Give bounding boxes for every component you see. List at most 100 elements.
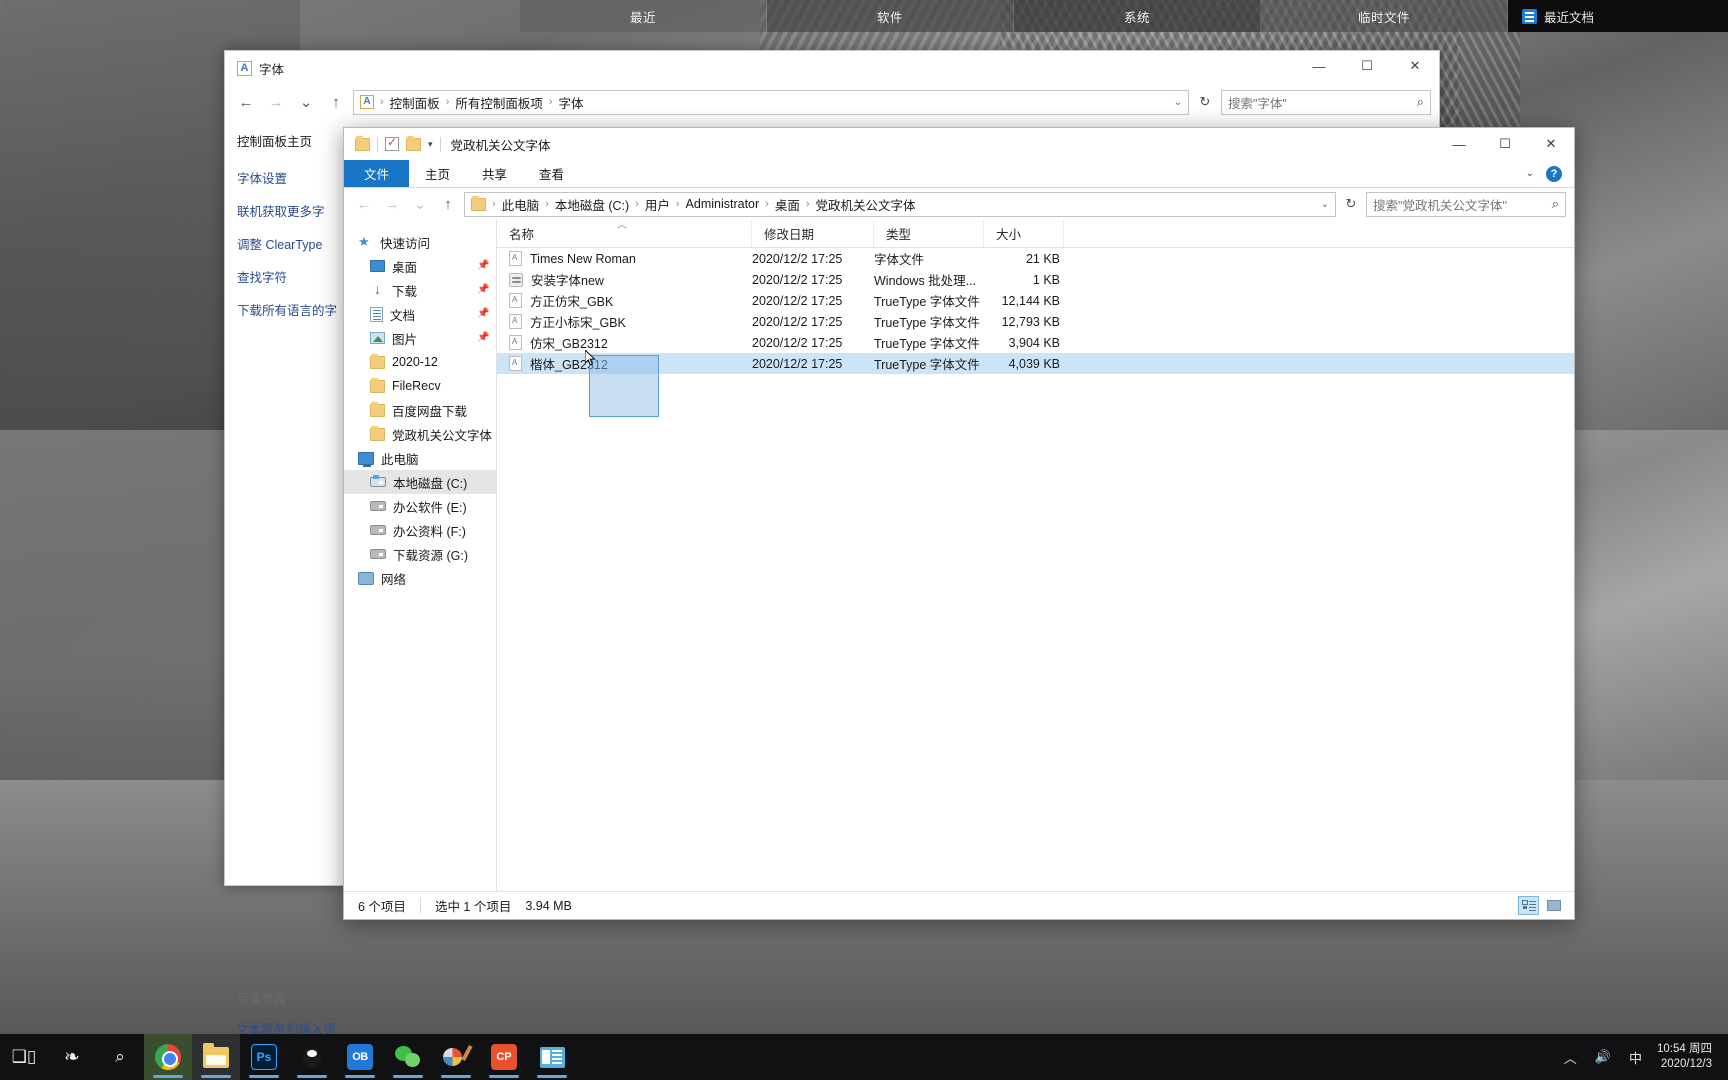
cp-search-input[interactable]: 搜索"字体" ⌕: [1221, 89, 1431, 115]
cp-back-button[interactable]: ←: [233, 89, 259, 115]
help-icon[interactable]: ?: [1546, 165, 1562, 182]
taskbar-qq-button[interactable]: [288, 1034, 336, 1080]
explorer-up-button[interactable]: ↑: [436, 192, 460, 216]
pin-icon[interactable]: 📌: [477, 308, 489, 319]
properties-checkbox-icon[interactable]: [385, 135, 399, 151]
pin-icon[interactable]: 📌: [477, 260, 489, 271]
explorer-recent-locations-button[interactable]: ⌄: [408, 192, 432, 216]
tree-item-5[interactable]: 2020-12: [344, 350, 496, 374]
folder-icon[interactable]: [355, 135, 370, 151]
tree-item-1[interactable]: 桌面 📌: [344, 254, 496, 278]
taskbar-ob-button[interactable]: OB: [336, 1034, 384, 1080]
clock[interactable]: 10:54 周四 2020/12/3: [1651, 1042, 1720, 1072]
sidebar-item-find-character[interactable]: 查找字符: [237, 267, 345, 286]
breadcrumb-current-folder[interactable]: 党政机关公文字体: [816, 195, 916, 214]
cp-minimize-button[interactable]: —: [1295, 51, 1343, 81]
show-hidden-icons-button[interactable]: ︿: [1555, 1034, 1586, 1080]
taskbar-search-button[interactable]: ⌕: [96, 1034, 144, 1080]
top-tab-software[interactable]: 软件: [767, 0, 1014, 32]
breadcrumb-users[interactable]: 用户: [645, 195, 670, 214]
chevron-down-icon[interactable]: ⌄: [1526, 168, 1534, 179]
tiles-view-icon[interactable]: [1543, 896, 1564, 915]
cp-address-bar[interactable]: A › 控制面板 › 所有控制面板项 › 字体 ⌄: [353, 89, 1189, 115]
sidebar-item-download-languages[interactable]: 下载所有语言的字: [237, 300, 345, 319]
explorer-minimize-button[interactable]: —: [1436, 128, 1482, 160]
tree-item-6[interactable]: FileRecv: [344, 374, 496, 398]
explorer-quick-access-toolbar[interactable]: ▾ 党政机关公文字体 — ☐ ✕: [344, 128, 1574, 160]
tree-item-3[interactable]: 文档 📌: [344, 302, 496, 326]
column-header-type[interactable]: 类型: [874, 220, 984, 247]
column-header-name[interactable]: 名称 ︿: [497, 220, 752, 247]
explorer-file-list[interactable]: 名称 ︿ 修改日期 类型 大小 Times New Roman 2020/12/2…: [496, 220, 1574, 891]
top-tab-system[interactable]: 系统: [1014, 0, 1261, 32]
pin-icon[interactable]: 📌: [477, 284, 489, 295]
cp-close-button[interactable]: ✕: [1391, 51, 1439, 81]
explorer-close-button[interactable]: ✕: [1528, 128, 1574, 160]
taskbar-cp-button[interactable]: CP: [480, 1034, 528, 1080]
breadcrumb-this-pc[interactable]: 此电脑: [502, 195, 540, 214]
table-row[interactable]: Times New Roman 2020/12/2 17:25 字体文件 21 KB: [497, 248, 1574, 269]
column-header-modified[interactable]: 修改日期: [752, 220, 874, 247]
table-row[interactable]: 安装字体new 2020/12/2 17:25 Windows 批处理... 1 KB: [497, 269, 1574, 290]
cp-forward-button[interactable]: →: [263, 89, 289, 115]
tree-item-14[interactable]: 网络: [344, 566, 496, 590]
recent-documents-panel[interactable]: 最近文档: [1508, 0, 1728, 32]
cp-breadcrumb-all-items[interactable]: 所有控制面板项: [455, 93, 543, 112]
cp-recent-locations-button[interactable]: ⌄: [293, 89, 319, 115]
top-tab-temp-files[interactable]: 临时文件: [1261, 0, 1508, 32]
sidebar-item-home[interactable]: 控制面板主页: [237, 131, 345, 150]
explorer-forward-button[interactable]: →: [380, 192, 404, 216]
table-row[interactable]: 方正仿宋_GBK 2020/12/2 17:25 TrueType 字体文件 12,1…: [497, 290, 1574, 311]
sidebar-item-cleartype[interactable]: 调整 ClearType: [237, 234, 345, 253]
sidebar-item-get-more-fonts[interactable]: 联机获取更多字: [237, 201, 345, 220]
file-explorer-window[interactable]: ▾ 党政机关公文字体 — ☐ ✕ 文件 主页 共享 查看 ⌄ ? ← → ⌄ ↑…: [343, 127, 1575, 920]
sidebar-item-font-settings[interactable]: 字体设置: [237, 168, 345, 187]
tree-item-2[interactable]: ↓ 下载 📌: [344, 278, 496, 302]
ribbon-tab-view[interactable]: 查看: [523, 160, 580, 187]
table-row[interactable]: 仿宋_GB23122020/12/2 17:25 TrueType 字体文件 3,9…: [497, 332, 1574, 353]
cp-maximize-button[interactable]: ☐: [1343, 51, 1391, 81]
breadcrumb-desktop[interactable]: 桌面: [775, 195, 800, 214]
chevron-down-icon[interactable]: ⌄: [1174, 97, 1182, 108]
ribbon-tab-share[interactable]: 共享: [466, 160, 523, 187]
ribbon-tab-file[interactable]: 文件: [344, 160, 410, 187]
speaker-icon[interactable]: 🔊: [1586, 1034, 1620, 1080]
taskbar-task-view-button[interactable]: ❑▯: [0, 1034, 48, 1080]
chevron-down-icon[interactable]: ▾: [428, 139, 433, 150]
tree-item-10[interactable]: 本地磁盘 (C:): [344, 470, 496, 494]
taskbar-notes-button[interactable]: [528, 1034, 576, 1080]
cp-breadcrumb-fonts[interactable]: 字体: [559, 93, 584, 112]
breadcrumb-administrator[interactable]: Administrator: [686, 197, 760, 211]
table-row[interactable]: 方正小标宋_GBK 2020/12/2 17:25 TrueType 字体文件 12,…: [497, 311, 1574, 332]
refresh-icon[interactable]: ↻: [1340, 192, 1362, 217]
tree-item-8[interactable]: 党政机关公文字体: [344, 422, 496, 446]
explorer-navigation-pane[interactable]: ★ 快速访问 桌面 📌 ↓ 下载 📌 文档 📌 图片 📌 2020-12 FileRecv 百度网盘下载党…: [344, 220, 496, 891]
new-folder-icon[interactable]: [406, 135, 421, 151]
details-view-icon[interactable]: [1518, 896, 1539, 915]
taskbar-file-explorer-button[interactable]: [192, 1034, 240, 1080]
explorer-address-bar[interactable]: › 此电脑 › 本地磁盘 (C:) › 用户 › Administrator ›…: [464, 191, 1336, 217]
taskbar-paint-button[interactable]: [432, 1034, 480, 1080]
pin-icon[interactable]: 📌: [477, 332, 489, 343]
explorer-back-button[interactable]: ←: [352, 192, 376, 216]
top-tab-recent[interactable]: 最近: [520, 0, 767, 32]
tree-item-13[interactable]: 下载资源 (G:): [344, 542, 496, 566]
column-header-size[interactable]: 大小: [984, 220, 1064, 247]
taskbar-pinwheel-button[interactable]: ❧: [48, 1034, 96, 1080]
taskbar-wechat-button[interactable]: [384, 1034, 432, 1080]
tree-item-9[interactable]: 此电脑: [344, 446, 496, 470]
control-panel-titlebar[interactable]: A 字体 — ☐ ✕: [225, 51, 1439, 85]
explorer-search-input[interactable]: 搜索"党政机关公文字体" ⌕: [1366, 191, 1566, 217]
taskbar-photoshop-button[interactable]: Ps: [240, 1034, 288, 1080]
ime-indicator[interactable]: 中: [1620, 1034, 1651, 1080]
breadcrumb-local-disk-c[interactable]: 本地磁盘 (C:): [555, 195, 629, 214]
tree-item-7[interactable]: 百度网盘下载: [344, 398, 496, 422]
tree-item-0[interactable]: ★ 快速访问: [344, 230, 496, 254]
cp-breadcrumb-control-panel[interactable]: 控制面板: [390, 93, 440, 112]
chevron-down-icon[interactable]: ⌄: [1321, 199, 1329, 210]
explorer-maximize-button[interactable]: ☐: [1482, 128, 1528, 160]
cp-up-button[interactable]: ↑: [323, 89, 349, 115]
ribbon-tab-home[interactable]: 主页: [409, 160, 466, 187]
refresh-icon[interactable]: ↻: [1193, 89, 1217, 115]
taskbar-chrome-button[interactable]: [144, 1034, 192, 1080]
